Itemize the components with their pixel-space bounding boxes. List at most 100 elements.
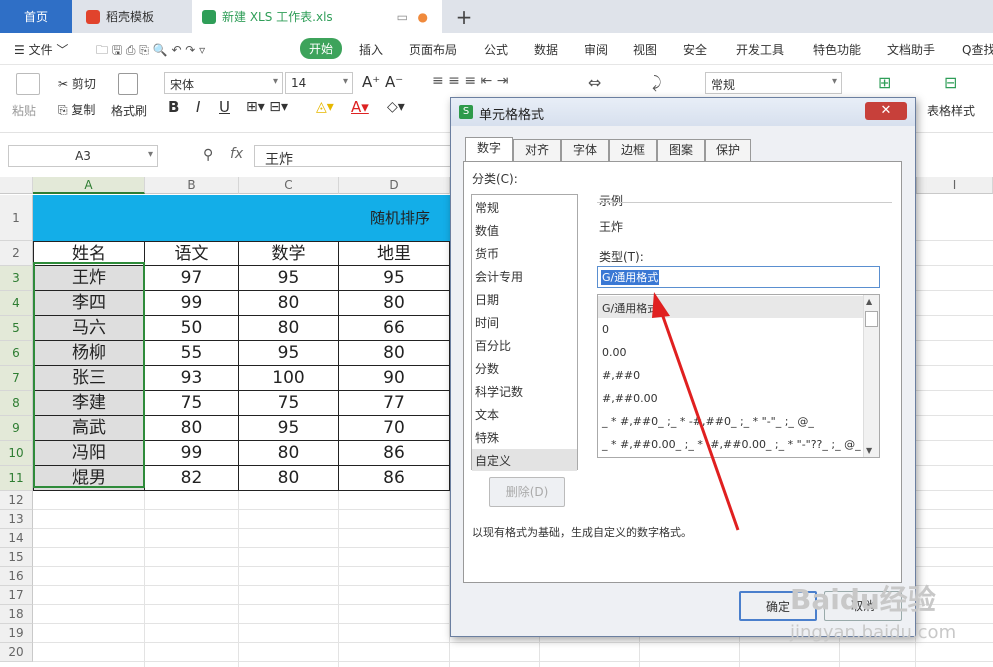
search-menu[interactable]: Q查找: [962, 41, 993, 58]
data-cell[interactable]: 93: [145, 366, 239, 391]
font-color-icon[interactable]: A▾: [351, 98, 369, 116]
data-cell[interactable]: 80: [339, 291, 450, 316]
italic-button[interactable]: I: [196, 98, 200, 116]
data-cell[interactable]: 80: [239, 291, 339, 316]
tab-protection[interactable]: 保护: [705, 139, 751, 161]
file-menu[interactable]: ☰ 文件 ﹀: [14, 41, 68, 58]
column-header-d[interactable]: D: [339, 177, 450, 194]
tab-file[interactable]: 新建 XLS 工作表.xls ▭ ●: [192, 0, 442, 33]
menu-insert[interactable]: 插入: [359, 41, 383, 58]
data-cell[interactable]: 80: [145, 416, 239, 441]
column-header-a[interactable]: A: [33, 177, 145, 194]
fill-color-icon[interactable]: ◬▾: [316, 99, 334, 115]
row-header[interactable]: 16: [0, 567, 33, 586]
row-header[interactable]: 18: [0, 605, 33, 624]
row-header[interactable]: 8: [0, 391, 33, 416]
data-cell[interactable]: 66: [339, 316, 450, 341]
new-tab-button[interactable]: +: [452, 0, 476, 33]
data-cell[interactable]: 55: [145, 341, 239, 366]
wrap-icon[interactable]: ⤸: [652, 73, 662, 93]
menu-start[interactable]: 开始: [300, 38, 343, 59]
category-item[interactable]: 数值: [472, 219, 577, 241]
data-cell[interactable]: 80: [239, 441, 339, 466]
type-input[interactable]: G/通用格式: [597, 266, 880, 288]
column-header-c[interactable]: C: [239, 177, 339, 194]
row-header[interactable]: 4: [0, 291, 33, 316]
tab-pattern[interactable]: 图案: [657, 139, 705, 161]
title-cell[interactable]: 随机排序: [33, 195, 450, 241]
data-cell[interactable]: 95: [239, 416, 339, 441]
menu-features[interactable]: 特色功能: [813, 41, 861, 58]
type-item[interactable]: 0.00: [598, 342, 864, 364]
scroll-up-icon[interactable]: ▲: [866, 297, 872, 306]
data-cell[interactable]: 86: [339, 441, 450, 466]
column-header-i[interactable]: I: [916, 177, 993, 194]
row-header[interactable]: 5: [0, 316, 33, 341]
data-cell[interactable]: 75: [239, 391, 339, 416]
table-style-icon[interactable]: ⊟: [944, 73, 957, 92]
header-cell[interactable]: 语文: [145, 241, 239, 266]
row-header[interactable]: 9: [0, 416, 33, 441]
menu-formula[interactable]: 公式: [484, 41, 508, 58]
category-list[interactable]: 常规 数值 货币 会计专用 日期 时间 百分比 分数 科学记数 文本 特殊 自定义: [471, 194, 578, 471]
fx-icon[interactable]: fx: [230, 146, 243, 162]
column-header-b[interactable]: B: [145, 177, 239, 194]
type-item[interactable]: _ * #,##0.00_ ;_ * -#,##0.00_ ;_ * "-"??…: [598, 434, 864, 456]
category-item[interactable]: 科学记数: [472, 380, 577, 402]
zoom-icon[interactable]: ⚲: [203, 147, 213, 163]
row-header[interactable]: 14: [0, 529, 33, 548]
category-item[interactable]: 分数: [472, 357, 577, 379]
font-select[interactable]: 宋体: [164, 72, 283, 94]
name-box[interactable]: A3: [8, 145, 158, 167]
font-size-adjust-icons[interactable]: A⁺ A⁻: [362, 73, 403, 91]
quick-access-icons[interactable]: 🗀 🖫 ⎙ ⎘ 🔍 ↶ ↷ ▿: [96, 41, 205, 62]
menu-view[interactable]: 视图: [633, 41, 657, 58]
conditional-format-icon[interactable]: ⊞: [878, 73, 891, 92]
data-cell[interactable]: 95: [239, 341, 339, 366]
tab-border[interactable]: 边框: [609, 139, 657, 161]
category-item[interactable]: 常规: [472, 196, 577, 218]
tab-font[interactable]: 字体: [561, 139, 609, 161]
type-item[interactable]: 0: [598, 319, 864, 341]
tab-home[interactable]: 首页: [0, 0, 72, 33]
row-header[interactable]: 2: [0, 241, 33, 266]
menu-doc-helper[interactable]: 文档助手: [887, 41, 935, 58]
type-item[interactable]: _ * #,##0_ ;_ * -#,##0_ ;_ * "-"_ ;_ @_: [598, 411, 864, 433]
type-item[interactable]: G/通用格式: [598, 296, 864, 318]
border-icon[interactable]: ⊞▾ ⊟▾: [246, 99, 288, 115]
data-cell[interactable]: 50: [145, 316, 239, 341]
bold-button[interactable]: B: [168, 98, 179, 116]
number-format-select[interactable]: 常规: [705, 72, 842, 94]
data-cell[interactable]: 70: [339, 416, 450, 441]
window-icon[interactable]: ▭: [397, 10, 408, 24]
type-item[interactable]: #,##0: [598, 365, 864, 387]
data-cell[interactable]: 95: [239, 266, 339, 291]
row-header[interactable]: 10: [0, 441, 33, 466]
menu-review[interactable]: 审阅: [584, 41, 608, 58]
data-cell[interactable]: 99: [145, 291, 239, 316]
menu-security[interactable]: 安全: [683, 41, 707, 58]
tab-number[interactable]: 数字: [465, 137, 513, 161]
category-item[interactable]: 时间: [472, 311, 577, 333]
formula-input[interactable]: 王炸: [254, 145, 454, 168]
delete-button[interactable]: 删除(D): [489, 477, 565, 507]
data-cell[interactable]: 95: [339, 266, 450, 291]
row-header[interactable]: 3: [0, 266, 33, 291]
menu-developer[interactable]: 开发工具: [736, 41, 784, 58]
scroll-down-icon[interactable]: ▼: [866, 446, 872, 455]
merge-icon[interactable]: ⇔: [588, 73, 601, 92]
type-list[interactable]: _ * #,##0.00_ ;_ * -#,##0.00_ ;_ * "-"??…: [597, 294, 880, 458]
format-painter-icon[interactable]: [118, 73, 138, 95]
format-painter-button[interactable]: 格式刷: [111, 102, 147, 119]
data-cell[interactable]: 80: [239, 466, 339, 491]
clear-format-icon[interactable]: ◇▾: [387, 99, 405, 115]
data-cell[interactable]: 82: [145, 466, 239, 491]
cut-button[interactable]: ✂ 剪切: [58, 75, 96, 92]
category-item[interactable]: 日期: [472, 288, 577, 310]
data-cell[interactable]: 90: [339, 366, 450, 391]
menu-page-layout[interactable]: 页面布局: [409, 41, 457, 58]
data-cell[interactable]: 75: [145, 391, 239, 416]
align-icons[interactable]: ≡ ≡ ≡ ⇤ ⇥: [432, 73, 508, 89]
category-item[interactable]: 百分比: [472, 334, 577, 356]
row-header[interactable]: 11: [0, 466, 33, 491]
